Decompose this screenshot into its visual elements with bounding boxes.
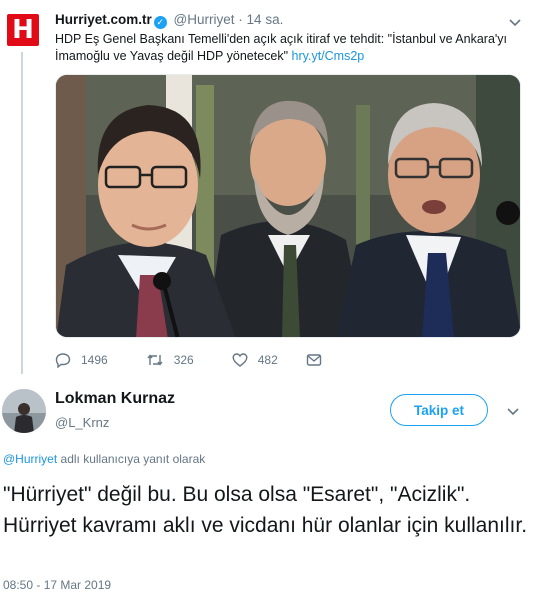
photo-illustration (56, 75, 520, 337)
avatar-photo (2, 389, 46, 433)
heart-icon (232, 353, 248, 367)
like-action[interactable]: 482 (232, 352, 278, 368)
parent-account-name[interactable]: Hurriyet.com.tr (55, 12, 152, 27)
like-count: 482 (257, 353, 278, 367)
reply-count: 1496 (81, 353, 108, 367)
follow-button[interactable]: Takip et (390, 394, 488, 426)
retweet-action[interactable]: 326 (146, 352, 194, 368)
parent-handle[interactable]: @Hurriyet (174, 12, 235, 27)
reply-action[interactable]: 1496 (55, 352, 108, 368)
parent-tweet-actions: 1496 326 482 (55, 350, 370, 370)
chevron-down-icon[interactable] (508, 15, 522, 29)
header-separator: · (238, 12, 243, 27)
parent-tweet-link[interactable]: hry.yt/Cms2p (292, 49, 365, 63)
reply-context: @Hurriyet adlı kullanıcıya yanıt olarak (3, 452, 205, 466)
chevron-down-icon[interactable] (506, 404, 520, 418)
reply-mention-link[interactable]: @Hurriyet (3, 452, 57, 466)
parent-tweet-header: Hurriyet.com.tr ✓ @Hurriyet · 14 sa. (55, 11, 507, 29)
retweet-icon (147, 354, 163, 366)
verified-badge-icon: ✓ (153, 16, 167, 29)
parent-time[interactable]: 14 sa. (247, 12, 284, 27)
logo-letter: H (12, 15, 34, 45)
tweet-text: "Hürriyet" değil bu. Bu olsa olsa "Esare… (3, 483, 528, 537)
user-display-name[interactable]: Lokman Kurnaz (55, 390, 175, 408)
tweet-detail-page: H Hurriyet.com.tr ✓ @Hurriyet · 14 sa. HD… (0, 0, 547, 600)
retweet-count: 326 (173, 353, 194, 367)
mail-icon (306, 354, 321, 366)
tweet-photo[interactable] (55, 74, 521, 338)
avatar[interactable] (2, 389, 46, 433)
parent-tweet-text: HDP Eş Genel Başkanı Temelli'den açık aç… (55, 31, 533, 65)
parent-tweet-body: HDP Eş Genel Başkanı Temelli'den açık aç… (55, 32, 508, 63)
direct-message-action[interactable] (306, 353, 332, 367)
user-handle[interactable]: @L_Krnz (55, 415, 109, 430)
reply-context-text: adlı kullanıcıya yanıt olarak (57, 452, 206, 466)
tweet-timestamp[interactable]: 08:50 - 17 Mar 2019 (3, 578, 111, 592)
reply-icon (55, 353, 71, 368)
thread-connector-line (21, 52, 23, 374)
hurriyet-logo-avatar[interactable]: H (7, 14, 39, 46)
